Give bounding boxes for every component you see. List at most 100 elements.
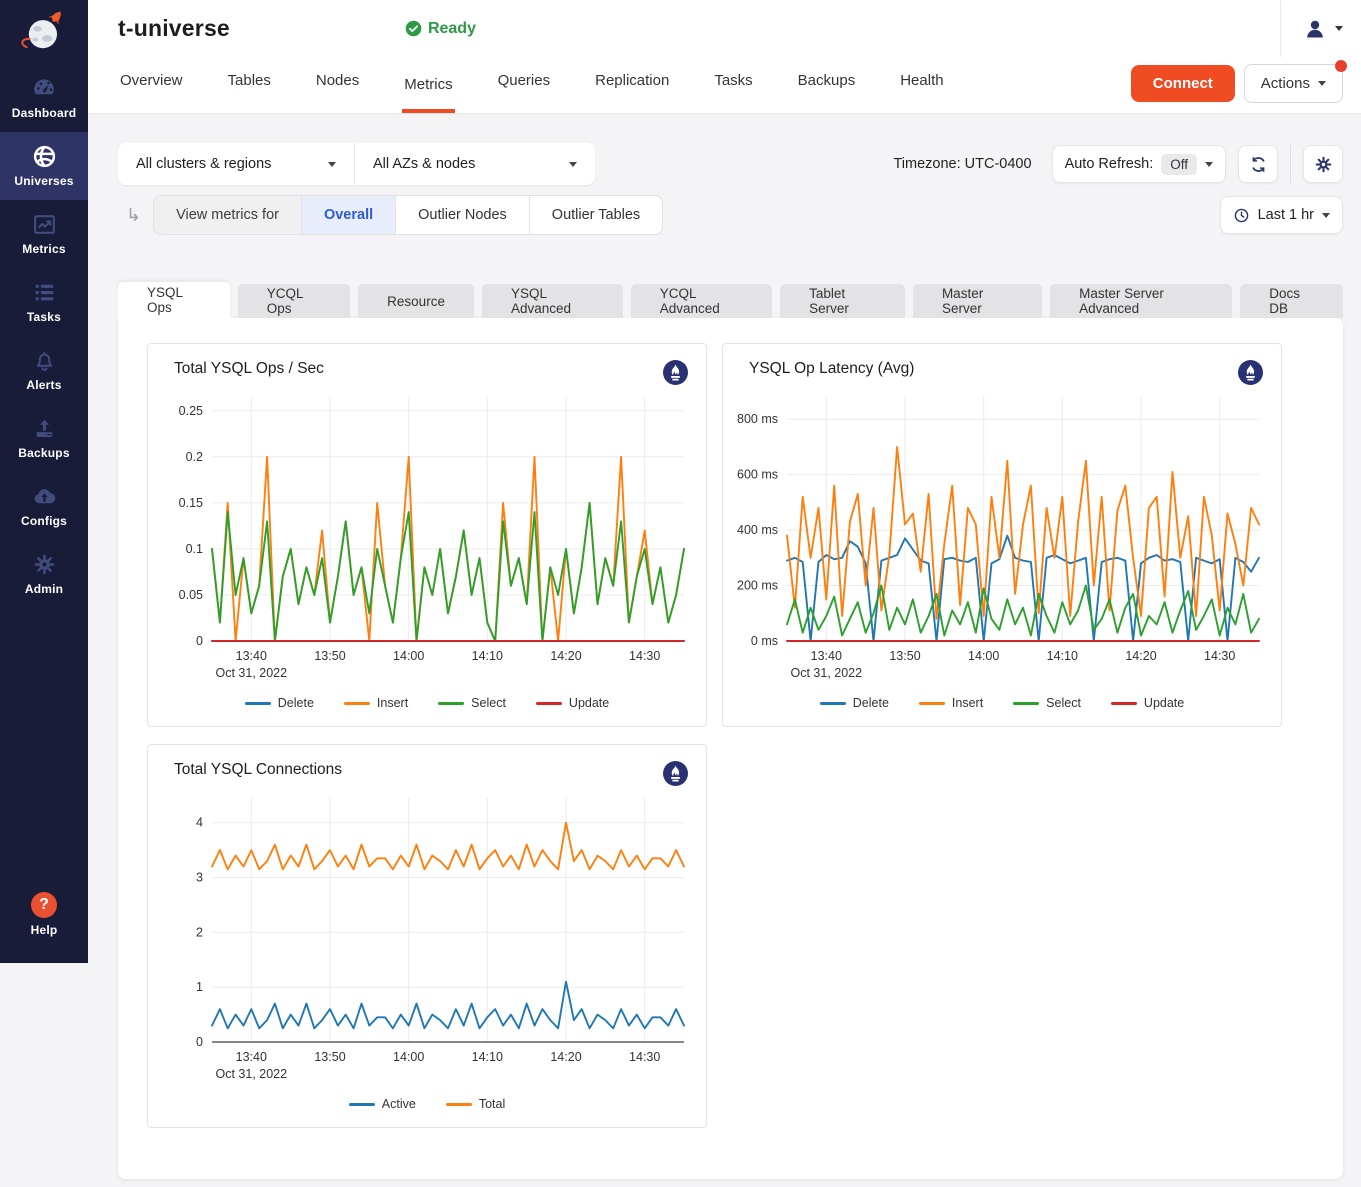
tab-nodes[interactable]: Nodes [314, 72, 361, 113]
sidebar-item-metrics[interactable]: Metrics [0, 200, 88, 268]
view-metrics-label: View metrics for [154, 196, 302, 234]
prometheus-link-icon[interactable] [663, 360, 688, 385]
svg-text:0: 0 [196, 1035, 203, 1049]
svg-text:2: 2 [196, 925, 203, 939]
metric-tab-tablet-server[interactable]: Tablet Server [780, 284, 905, 318]
svg-text:14:10: 14:10 [472, 649, 503, 663]
legend-swatch [536, 702, 562, 705]
auto-refresh-dropdown[interactable]: Auto Refresh: Off [1052, 145, 1226, 183]
sidebar-item-backups[interactable]: Backups [0, 404, 88, 472]
tab-tasks[interactable]: Tasks [712, 72, 754, 113]
chart-title: YSQL Op Latency (Avg) [749, 360, 914, 378]
line-chart: 13:40Oct 31, 202213:5014:0014:1014:2014:… [737, 387, 1267, 692]
metric-tab-resource[interactable]: Resource [358, 284, 474, 318]
divider [1280, 1, 1281, 57]
azs-nodes-dropdown[interactable]: All AZs & nodes [355, 143, 595, 185]
svg-text:Oct 31, 2022: Oct 31, 2022 [216, 666, 288, 680]
view-metrics-overall[interactable]: Overall [302, 196, 396, 234]
view-metrics-outlier-nodes[interactable]: Outlier Nodes [396, 196, 530, 234]
svg-text:0.1: 0.1 [186, 542, 203, 556]
settings-button[interactable] [1303, 145, 1343, 183]
legend-item[interactable]: Select [438, 696, 506, 710]
sidebar-item-help[interactable]: ? Help [0, 881, 88, 949]
svg-text:13:40: 13:40 [811, 649, 842, 663]
legend-item[interactable]: Total [446, 1097, 505, 1111]
tab-queries[interactable]: Queries [496, 72, 553, 113]
legend-item[interactable]: Select [1013, 696, 1081, 710]
metric-tab-ysql-advanced[interactable]: YSQL Advanced [482, 284, 623, 318]
svg-text:800 ms: 800 ms [737, 412, 778, 426]
view-metrics-outlier-tables[interactable]: Outlier Tables [530, 196, 662, 234]
help-icon: ? [31, 892, 57, 918]
legend-swatch [919, 702, 945, 705]
line-chart: 13:40Oct 31, 202213:5014:0014:1014:2014:… [162, 387, 692, 692]
sidebar-item-tasks[interactable]: Tasks [0, 268, 88, 336]
metric-tabs: YSQL Ops YCQL Ops Resource YSQL Advanced… [118, 282, 1343, 318]
chevron-down-icon [1318, 81, 1326, 86]
alerts-icon [31, 347, 57, 373]
user-menu[interactable] [1303, 17, 1343, 41]
metric-tab-master-server-advanced[interactable]: Master Server Advanced [1050, 284, 1232, 318]
metric-tab-ycql-ops[interactable]: YCQL Ops [238, 284, 350, 318]
sidebar-item-label: Dashboard [12, 106, 76, 120]
refresh-button[interactable] [1238, 145, 1278, 183]
connect-button[interactable]: Connect [1131, 65, 1235, 102]
scope-dropdowns: All clusters & regions All AZs & nodes [118, 143, 595, 185]
azs-nodes-value: All AZs & nodes [373, 156, 475, 172]
sidebar-item-admin[interactable]: Admin [0, 540, 88, 608]
sidebar-item-universes[interactable]: Universes [0, 132, 88, 200]
metric-tab-ysql-ops[interactable]: YSQL Ops [118, 282, 230, 318]
metric-tab-ycql-advanced[interactable]: YCQL Advanced [631, 284, 772, 318]
legend-swatch [1013, 702, 1039, 705]
tab-metrics[interactable]: Metrics [402, 76, 454, 113]
sidebar-item-dashboard[interactable]: Dashboard [0, 64, 88, 132]
legend-label: Insert [377, 696, 408, 710]
tab-health[interactable]: Health [898, 72, 945, 113]
metric-tab-docs-db[interactable]: Docs DB [1240, 284, 1343, 318]
sidebar-item-label: Help [31, 923, 58, 937]
tab-overview[interactable]: Overview [118, 72, 185, 113]
legend-label: Insert [952, 696, 983, 710]
legend-label: Select [1046, 696, 1081, 710]
metric-tab-master-server[interactable]: Master Server [913, 284, 1042, 318]
legend-item[interactable]: Delete [820, 696, 889, 710]
legend-item[interactable]: Insert [344, 696, 408, 710]
legend-item[interactable]: Insert [919, 696, 983, 710]
universe-title: t-universe [118, 15, 230, 42]
sidebar-item-configs[interactable]: Configs [0, 472, 88, 540]
chevron-down-icon [328, 162, 336, 167]
legend-swatch [349, 1103, 375, 1106]
legend-item[interactable]: Active [349, 1097, 416, 1111]
chevron-down-icon [1205, 162, 1213, 167]
clusters-regions-dropdown[interactable]: All clusters & regions [118, 143, 355, 185]
time-range-dropdown[interactable]: Last 1 hr [1220, 196, 1343, 234]
clock-icon [1233, 207, 1250, 224]
prometheus-link-icon[interactable] [1238, 360, 1263, 385]
legend-item[interactable]: Delete [245, 696, 314, 710]
backups-icon [31, 415, 57, 441]
tab-backups[interactable]: Backups [796, 72, 858, 113]
svg-text:14:20: 14:20 [550, 649, 581, 663]
prometheus-link-icon[interactable] [663, 761, 688, 786]
dashboard-icon [31, 75, 57, 101]
legend-swatch [438, 702, 464, 705]
auto-refresh-value: Off [1161, 154, 1197, 175]
svg-text:0.15: 0.15 [179, 496, 203, 510]
svg-text:14:00: 14:00 [393, 649, 424, 663]
chart-card-total-ysql-ops: Total YSQL Ops / Sec 13:40Oct 31, 202213… [147, 343, 707, 727]
svg-text:400 ms: 400 ms [737, 523, 778, 537]
sidebar-item-alerts[interactable]: Alerts [0, 336, 88, 404]
clusters-regions-value: All clusters & regions [136, 156, 271, 172]
actions-button[interactable]: Actions [1244, 64, 1343, 103]
svg-text:14:20: 14:20 [1125, 649, 1156, 663]
legend-label: Update [1144, 696, 1184, 710]
tab-tables[interactable]: Tables [226, 72, 273, 113]
sidebar-item-label: Universes [14, 174, 73, 188]
tasks-icon [31, 279, 57, 305]
svg-text:0.2: 0.2 [186, 450, 203, 464]
legend-item[interactable]: Update [536, 696, 609, 710]
tab-replication[interactable]: Replication [593, 72, 671, 113]
app-logo[interactable] [0, 0, 88, 64]
legend-label: Delete [853, 696, 889, 710]
legend-item[interactable]: Update [1111, 696, 1184, 710]
